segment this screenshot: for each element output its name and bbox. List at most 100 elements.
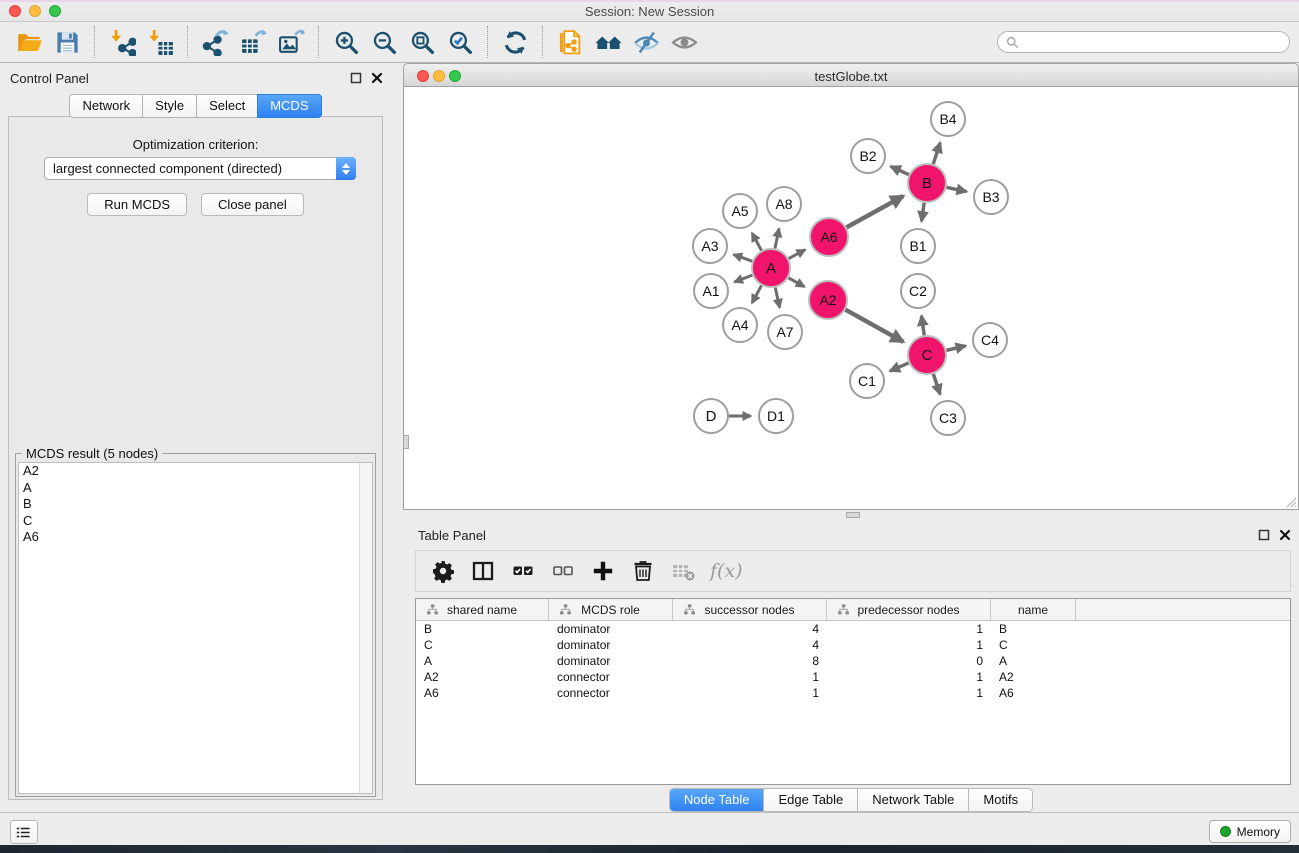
first-neighbors-button[interactable] bbox=[589, 24, 627, 60]
select-all-columns-button[interactable] bbox=[506, 554, 540, 588]
edge-B-B1[interactable] bbox=[922, 203, 925, 221]
table-cell[interactable]: C bbox=[991, 637, 1076, 653]
node-table[interactable]: shared nameMCDS rolesuccessor nodesprede… bbox=[415, 598, 1291, 785]
unselect-all-columns-button[interactable] bbox=[546, 554, 580, 588]
node-C4[interactable]: C4 bbox=[973, 323, 1007, 357]
zoom-fit-button[interactable] bbox=[403, 24, 441, 60]
table-cell[interactable]: 1 bbox=[673, 669, 827, 685]
tab-network-table[interactable]: Network Table bbox=[858, 789, 969, 811]
edge-A6-B[interactable] bbox=[847, 196, 904, 227]
network-graph[interactable]: B4B2BB3A5A8A6A3B1AA1C2A2A4A7C4CC1C3DD1 bbox=[404, 87, 1298, 508]
node-B1[interactable]: B1 bbox=[901, 229, 935, 263]
table-cell[interactable]: dominator bbox=[549, 637, 673, 653]
mcds-result-item[interactable]: A bbox=[19, 480, 372, 497]
table-cell[interactable]: 1 bbox=[827, 637, 991, 653]
table-cell[interactable]: B bbox=[991, 621, 1076, 637]
node-A7[interactable]: A7 bbox=[768, 315, 802, 349]
result-scrollbar[interactable] bbox=[359, 463, 372, 793]
tab-style[interactable]: Style bbox=[142, 94, 196, 118]
table-cell[interactable]: 4 bbox=[673, 637, 827, 653]
edge-A-A7[interactable] bbox=[775, 288, 779, 308]
node-A3[interactable]: A3 bbox=[693, 229, 727, 263]
node-A6[interactable]: A6 bbox=[810, 218, 848, 256]
close-panel-icon[interactable] bbox=[371, 71, 383, 83]
node-A4[interactable]: A4 bbox=[723, 308, 757, 342]
refresh-button[interactable] bbox=[496, 24, 534, 60]
column-header-successor-nodes[interactable]: successor nodes bbox=[673, 599, 827, 620]
table-row[interactable]: A2connector11A2 bbox=[416, 669, 1290, 685]
node-D[interactable]: D bbox=[694, 399, 728, 433]
table-cell[interactable]: 1 bbox=[827, 669, 991, 685]
search-box[interactable] bbox=[997, 31, 1290, 53]
new-network-file-button[interactable] bbox=[551, 24, 589, 60]
table-cell[interactable]: 1 bbox=[673, 685, 827, 701]
node-C3[interactable]: C3 bbox=[931, 401, 965, 435]
search-input[interactable] bbox=[1024, 35, 1281, 49]
node-A1[interactable]: A1 bbox=[694, 274, 728, 308]
export-network-button[interactable] bbox=[196, 24, 234, 60]
table-cell[interactable]: A2 bbox=[416, 669, 549, 685]
edge-A-A5[interactable] bbox=[752, 233, 762, 250]
node-B2[interactable]: B2 bbox=[851, 139, 885, 173]
table-row[interactable]: Bdominator41B bbox=[416, 621, 1290, 637]
tab-edge-table[interactable]: Edge Table bbox=[764, 789, 858, 811]
save-session-button[interactable] bbox=[48, 24, 86, 60]
edge-A-A8[interactable] bbox=[775, 228, 779, 248]
table-settings-button[interactable] bbox=[426, 554, 460, 588]
table-cell[interactable]: A bbox=[416, 653, 549, 669]
edge-A-A1[interactable] bbox=[734, 275, 752, 282]
optimization-criterion-select[interactable]: largest connected component (directed) bbox=[44, 157, 356, 180]
vertical-splitter-handle[interactable] bbox=[403, 435, 409, 449]
network-window-titlebar[interactable]: testGlobe.txt bbox=[403, 63, 1299, 87]
mcds-result-list[interactable]: A2ABCA6 bbox=[18, 462, 373, 794]
float-panel-icon[interactable] bbox=[350, 71, 362, 83]
close-panel-button[interactable]: Close panel bbox=[201, 193, 304, 216]
table-cell[interactable]: connector bbox=[549, 669, 673, 685]
table-cell[interactable]: 1 bbox=[827, 621, 991, 637]
node-B3[interactable]: B3 bbox=[974, 180, 1008, 214]
edge-B-B2[interactable] bbox=[891, 166, 909, 174]
edge-A-A6[interactable] bbox=[789, 250, 806, 259]
table-cell[interactable]: A bbox=[991, 653, 1076, 669]
open-session-button[interactable] bbox=[10, 24, 48, 60]
network-canvas[interactable]: B4B2BB3A5A8A6A3B1AA1C2A2A4A7C4CC1C3DD1 bbox=[403, 87, 1299, 510]
tab-node-table[interactable]: Node Table bbox=[670, 789, 765, 811]
edge-C-C1[interactable] bbox=[890, 363, 909, 371]
table-cell[interactable]: 8 bbox=[673, 653, 827, 669]
float-table-panel-icon[interactable] bbox=[1258, 528, 1270, 540]
memory-button[interactable]: Memory bbox=[1209, 820, 1291, 843]
delete-column-button[interactable] bbox=[626, 554, 660, 588]
table-cell[interactable]: 1 bbox=[827, 685, 991, 701]
table-cell[interactable]: A6 bbox=[991, 685, 1076, 701]
table-cell[interactable]: B bbox=[416, 621, 549, 637]
column-header-predecessor-nodes[interactable]: predecessor nodes bbox=[827, 599, 991, 620]
table-row[interactable]: Adominator80A bbox=[416, 653, 1290, 669]
import-table-button[interactable] bbox=[141, 24, 179, 60]
edge-A2-C[interactable] bbox=[845, 310, 903, 342]
node-D1[interactable]: D1 bbox=[759, 399, 793, 433]
node-B[interactable]: B bbox=[908, 164, 946, 202]
run-mcds-button[interactable]: Run MCDS bbox=[87, 193, 187, 216]
node-B4[interactable]: B4 bbox=[931, 102, 965, 136]
mcds-result-item[interactable]: B bbox=[19, 496, 372, 513]
table-row[interactable]: A6connector11A6 bbox=[416, 685, 1290, 701]
mcds-result-item[interactable]: A6 bbox=[19, 529, 372, 546]
edge-A-A4[interactable] bbox=[752, 286, 762, 303]
delete-table-button[interactable] bbox=[666, 554, 700, 588]
zoom-out-button[interactable] bbox=[365, 24, 403, 60]
tab-network[interactable]: Network bbox=[69, 94, 142, 118]
column-header-name[interactable]: name bbox=[991, 599, 1076, 620]
table-cell[interactable]: dominator bbox=[549, 653, 673, 669]
node-C2[interactable]: C2 bbox=[901, 274, 935, 308]
zoom-selected-button[interactable] bbox=[441, 24, 479, 60]
function-builder-button[interactable]: f(x) bbox=[710, 560, 743, 582]
table-cell[interactable]: connector bbox=[549, 685, 673, 701]
table-cell[interactable]: A6 bbox=[416, 685, 549, 701]
tab-select[interactable]: Select bbox=[196, 94, 257, 118]
column-header-MCDS-role[interactable]: MCDS role bbox=[549, 599, 673, 620]
table-cell[interactable]: dominator bbox=[549, 621, 673, 637]
resize-grip-icon[interactable] bbox=[1283, 494, 1297, 508]
node-C[interactable]: C bbox=[908, 336, 946, 374]
edge-A-A2[interactable] bbox=[788, 278, 804, 287]
edge-B-B3[interactable] bbox=[947, 187, 967, 191]
